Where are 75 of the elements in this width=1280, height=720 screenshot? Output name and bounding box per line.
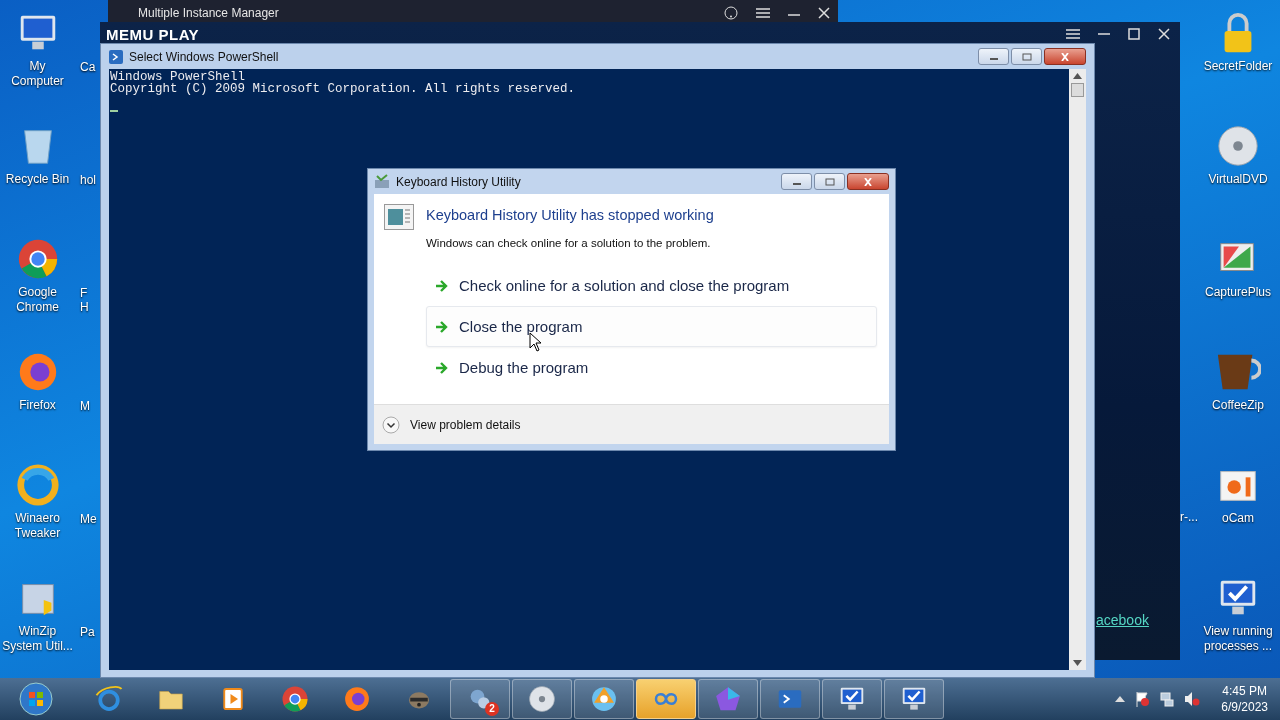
dvd-disc-icon [1215,123,1261,169]
chrome-logo-icon [280,684,310,714]
window-title: Keyboard History Utility [396,174,521,189]
desktop-icon-label[interactable]: hol [80,173,100,187]
window-title: Select Windows PowerShell [129,49,279,64]
clock-time: 4:45 PM [1222,683,1267,699]
text-cursor [110,110,118,112]
help-icon[interactable] [724,6,738,20]
minimize-button[interactable] [781,173,812,190]
restore-icon [824,177,835,186]
desktop-icon-label[interactable]: VirtualDVD [1208,172,1268,187]
maximize-button[interactable] [814,173,845,190]
arrow-icon [435,279,449,292]
scroll-up-icon[interactable] [1073,73,1082,79]
desktop-icon-label[interactable]: Winaero Tweaker [14,511,61,541]
menu-icon[interactable] [1066,28,1080,40]
console-line: Windows PowerShell [110,71,247,83]
desktop-icon-label[interactable]: Recycle Bin [5,172,70,187]
restore-icon [1021,52,1032,61]
command-link[interactable]: Check online for a solution and close the program [426,265,877,306]
close-icon [1060,52,1070,61]
flag-icon[interactable] [1134,691,1151,707]
windows-orb-icon [19,682,53,716]
desktop-icon-label[interactable]: Ca [80,60,100,74]
notification-badge: 2 [485,702,499,716]
speaker-muted-icon[interactable] [1184,691,1201,707]
scrollbar[interactable] [1069,69,1086,670]
powershell-icon [109,49,123,64]
close-button[interactable] [1044,48,1086,65]
tray-expand-icon[interactable] [1115,695,1126,703]
taskbar-button[interactable]: 2 [450,679,510,719]
desktop-icon-label[interactable]: SecretFolder [1203,59,1273,74]
start-button[interactable] [16,679,56,719]
window-title: Multiple Instance Manager [138,6,279,20]
dialog-heading: Keyboard History Utility has stopped working [426,207,715,223]
desktop-icon-label[interactable]: CapturePlus [1204,285,1271,300]
command-link[interactable]: Debug the program [426,347,877,388]
menu-icon[interactable] [756,7,770,19]
close-icon[interactable] [1158,28,1170,40]
desktop-icon-label[interactable]: M [80,399,100,413]
maximize-button[interactable] [1011,48,1042,65]
desktop-icon-label[interactable]: WinZip System Util... [2,624,73,654]
desktop-icon-label[interactable]: View running processes ... [1203,624,1273,654]
details-toggle[interactable]: View problem details [382,415,521,434]
close-button[interactable] [847,173,889,190]
swirl-icon [14,462,61,508]
scrollbar-thumb[interactable] [1071,83,1084,97]
network-icon[interactable] [1159,691,1176,707]
close-icon [863,177,873,186]
minimize-button[interactable] [978,48,1009,65]
app-logo: MEMU PLAY [106,25,200,43]
program-window-icon [384,204,414,230]
desktop-icon-label[interactable]: CoffeeZip [1212,398,1264,413]
arrow-icon [435,361,449,374]
desktop-icon-label[interactable]: Pa [80,625,100,639]
desktop-icon-label[interactable]: Me [80,512,100,526]
desktop-icon-label[interactable]: Google Chrome [16,285,59,315]
disc-icon [527,684,557,714]
desktop-icon-label[interactable]: Firefox [19,398,56,413]
chevron-down-icon [382,415,400,434]
clock-date: 6/9/2023 [1221,699,1268,715]
desktop-icon-label[interactable]: F H [80,286,100,314]
dialog-message: Windows can check online for a solution to the problem. [426,237,712,249]
command-link[interactable]: Close the program [426,306,877,347]
desktop-icon-label[interactable]: r-... [1180,510,1198,524]
internet-explorer-icon [94,684,124,714]
close-icon[interactable] [818,7,830,19]
arrow-icon [435,320,449,333]
desktop-icon-label[interactable]: oCam [1222,511,1254,526]
firefox-logo-icon [342,684,372,714]
facebook-link[interactable]: acebook [1096,612,1149,628]
clock[interactable]: 4:45 PM 6/9/2023 [1221,683,1268,715]
console-line: Copyright (C) 2009 Microsoft Corporation. All rights reserved. [110,83,577,95]
maximize-icon[interactable] [1128,28,1140,40]
desktop-icon-label[interactable]: My Computer [11,59,64,89]
